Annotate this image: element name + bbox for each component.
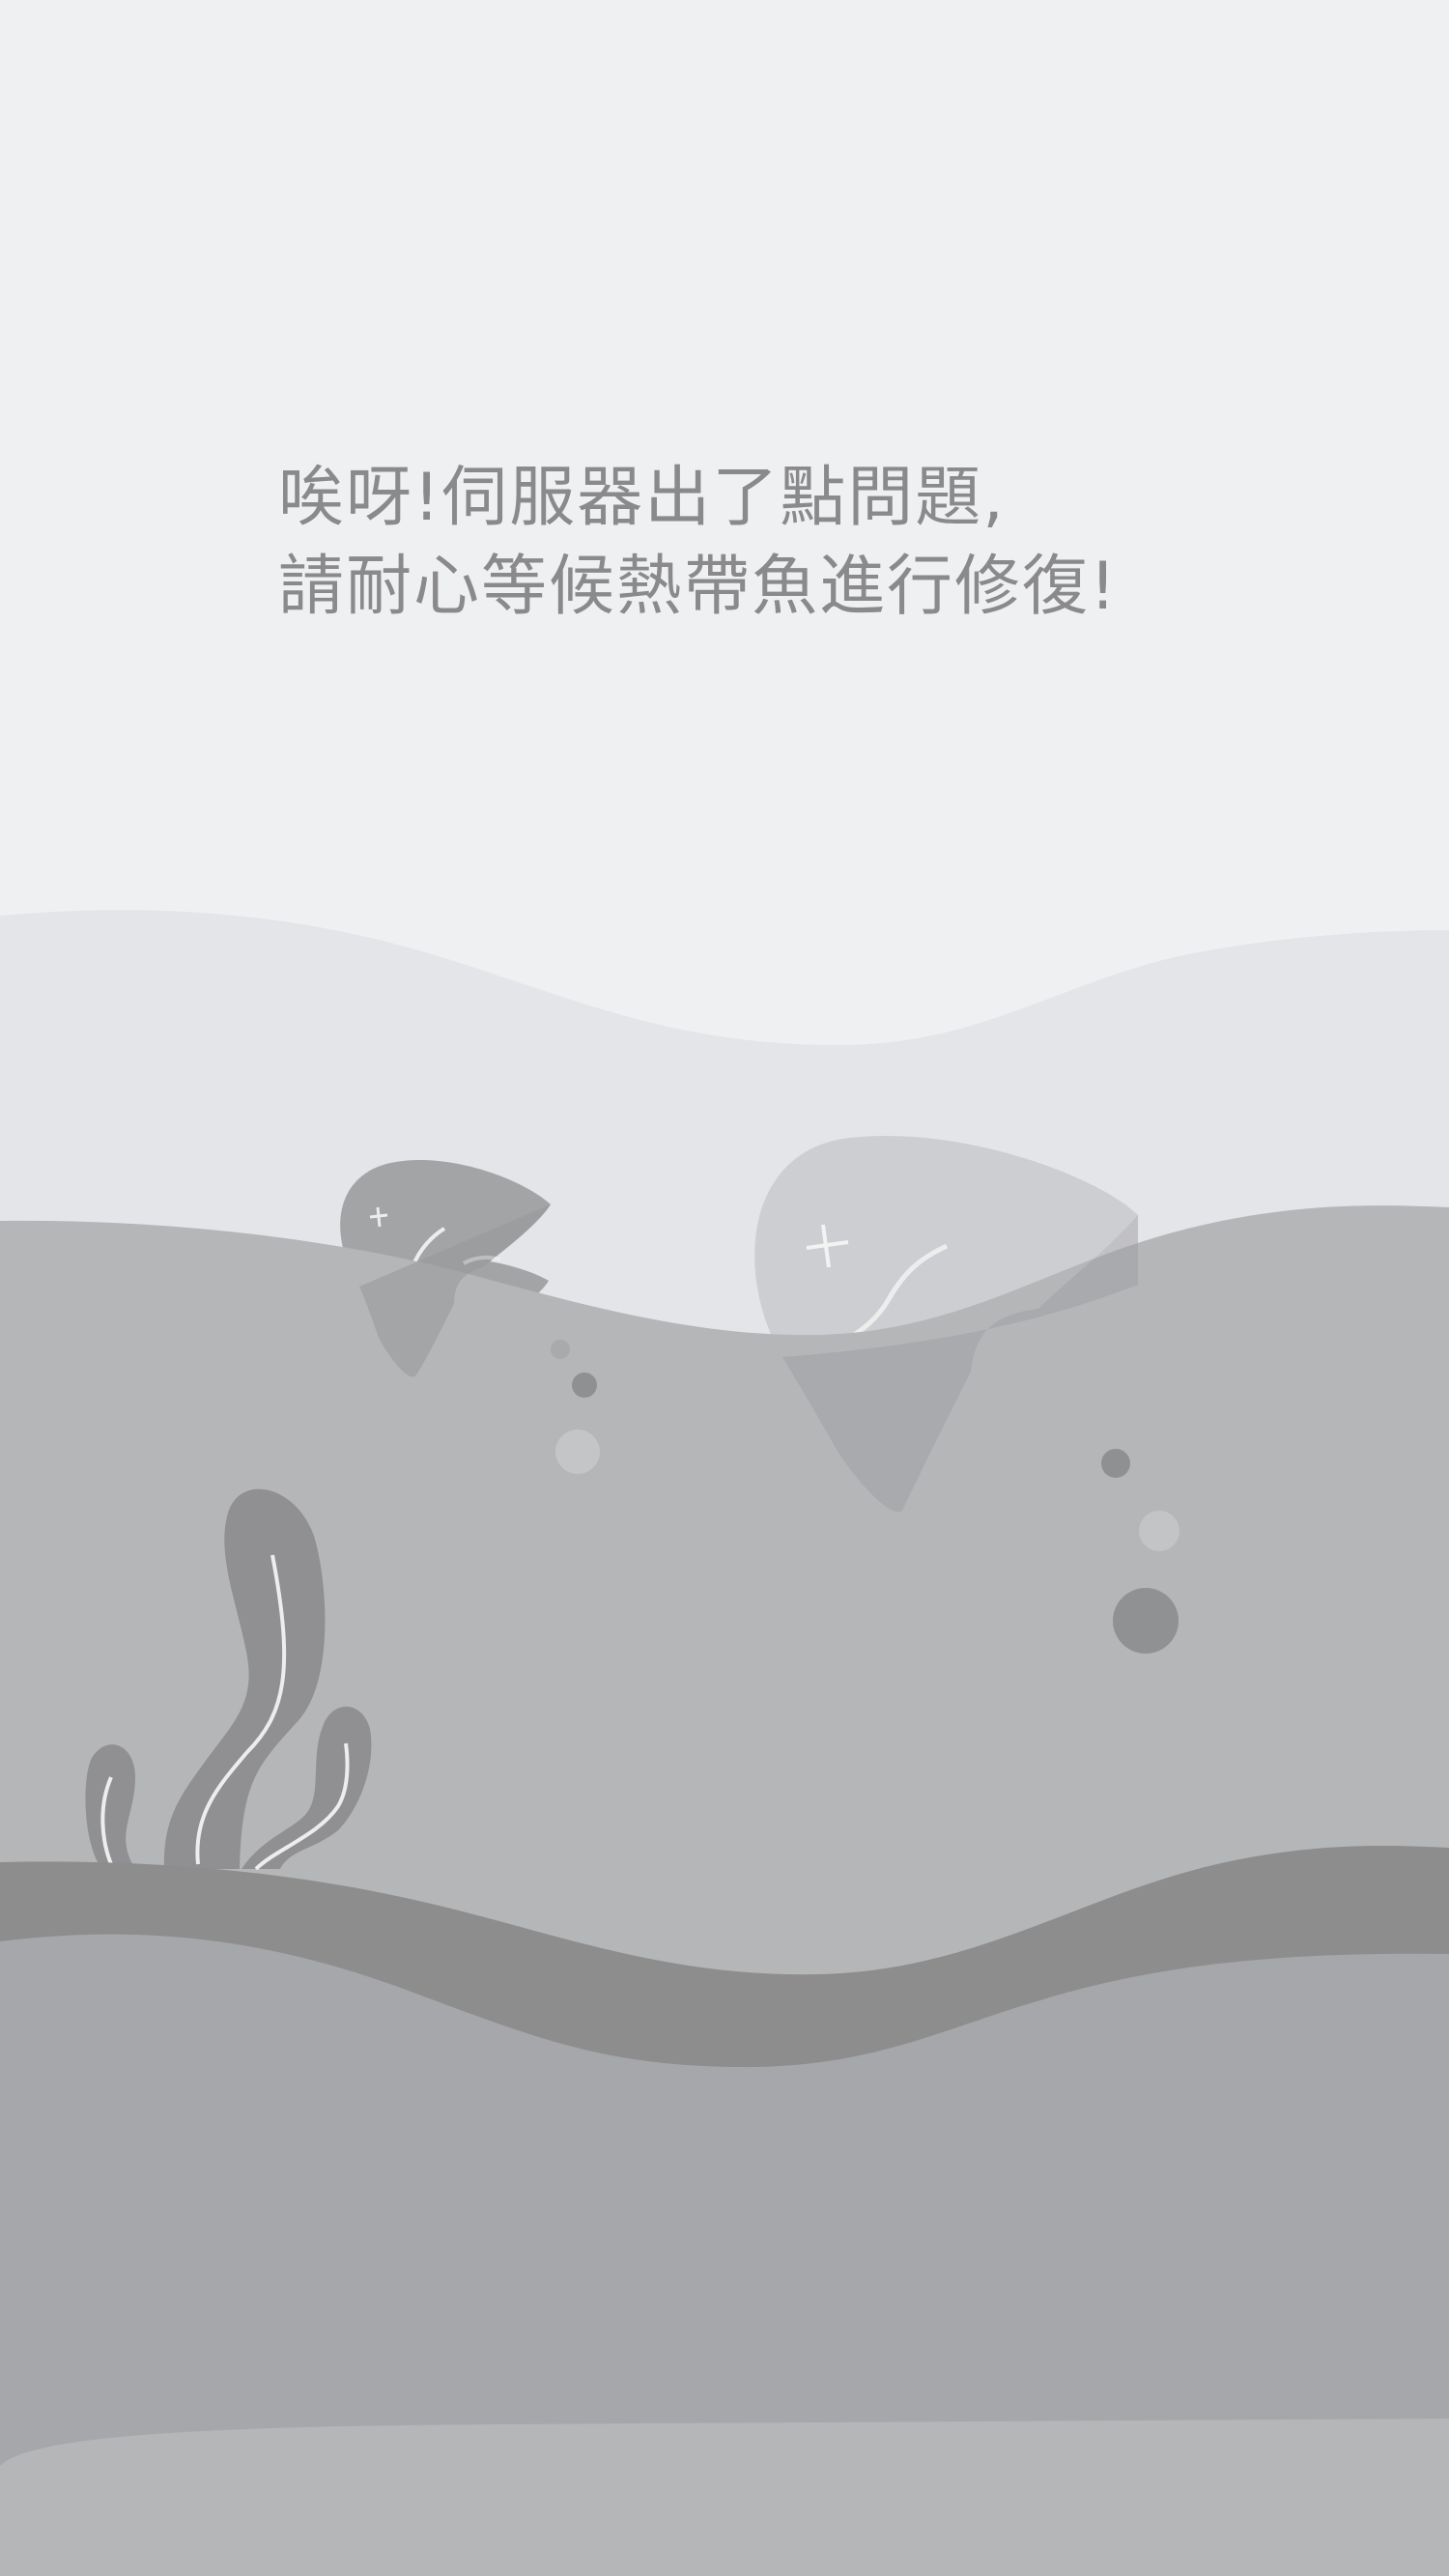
error-message-line-1: 唉呀!伺服器出了點問題, [278,460,1006,536]
underwater-illustration [0,910,1449,2576]
error-page: 唉呀!伺服器出了點問題, 請耐心等候熱帶魚進行修復! [0,0,1449,2576]
error-message: 唉呀!伺服器出了點問題, 請耐心等候熱帶魚進行修復! [278,454,1244,632]
sand [0,2419,1449,2576]
error-message-line-2: 請耐心等候熱帶魚進行修復! [278,549,1119,625]
